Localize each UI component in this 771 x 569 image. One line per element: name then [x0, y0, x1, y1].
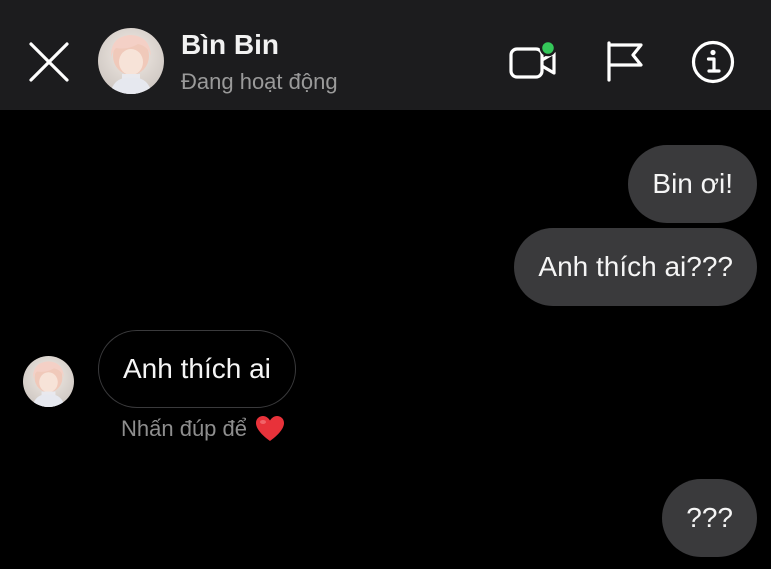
video-call-icon [509, 39, 557, 79]
info-icon [691, 40, 735, 84]
contact-name[interactable]: Bìn Bin [181, 29, 279, 61]
message-bubble-sent[interactable]: Anh thích ai??? [514, 228, 757, 306]
video-call-button[interactable] [508, 39, 557, 82]
active-status: Đang hoạt động [181, 69, 338, 94]
message-text: Bin ơi! [652, 168, 733, 199]
avatar-image [98, 28, 164, 94]
message-bubble-received[interactable]: Anh thích ai [98, 330, 296, 408]
online-dot [539, 39, 557, 57]
close-button[interactable] [27, 40, 71, 84]
message-text: ??? [686, 502, 733, 533]
message-bubble-sent[interactable]: Bin ơi! [628, 145, 757, 223]
message-bubble-sent[interactable]: ??? [662, 479, 757, 557]
close-icon [29, 42, 69, 82]
heart-icon [256, 416, 284, 441]
header-avatar[interactable] [98, 28, 164, 94]
flag-icon [607, 41, 643, 82]
double-tap-hint: Nhấn đúp để [121, 415, 285, 443]
hint-text: Nhấn đúp để [121, 416, 247, 441]
message-text: Anh thích ai??? [538, 251, 733, 282]
message-text: Anh thích ai [123, 353, 271, 384]
avatar-image [23, 356, 74, 407]
chat-header: Bìn Bin Đang hoạt động [0, 0, 771, 110]
report-button[interactable] [603, 40, 649, 82]
sender-avatar[interactable] [23, 356, 74, 407]
info-button[interactable] [690, 39, 736, 85]
